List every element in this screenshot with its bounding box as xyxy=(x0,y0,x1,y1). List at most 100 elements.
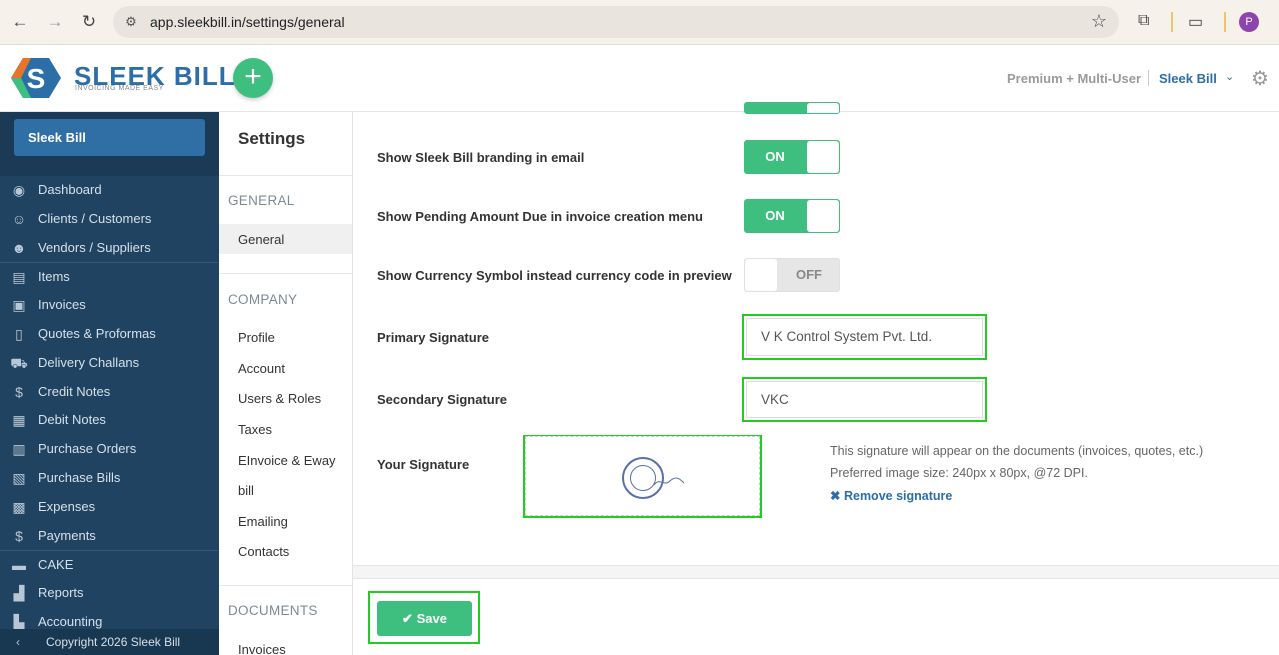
sidebar-item-purchase-bills[interactable]: ▧ Purchase Bills xyxy=(0,464,219,493)
site-settings-icon[interactable]: ⚙ xyxy=(123,14,139,30)
collapse-sidebar-icon[interactable]: ‹ xyxy=(16,629,20,655)
sidebar-item-label: Items xyxy=(38,269,70,285)
menu-item-emailing[interactable]: Emailing xyxy=(238,514,288,529)
secondary-signature-input[interactable]: VKC xyxy=(746,381,983,418)
branding-toggle[interactable]: ON xyxy=(744,140,840,174)
menu-item-taxes[interactable]: Taxes xyxy=(238,422,272,437)
sidebar-item-quotes-proformas[interactable]: ▯ Quotes & Proformas xyxy=(0,320,219,349)
menu-item-general[interactable]: General xyxy=(238,232,284,247)
company-button[interactable]: Sleek Bill xyxy=(14,119,205,156)
close-icon: ✖ xyxy=(830,489,841,503)
sidebar-item-label: Payments xyxy=(38,527,96,543)
sidebar-item-invoices[interactable]: ▣ Invoices xyxy=(0,291,219,320)
save-button[interactable]: ✔ Save xyxy=(377,601,472,636)
bill-icon: ▧ xyxy=(12,469,26,486)
branding-label: Show Sleek Bill branding in email xyxy=(377,150,585,165)
section-company: COMPANY xyxy=(228,292,298,307)
sidebar-item-items[interactable]: ▤ Items xyxy=(0,262,219,291)
menu-divider xyxy=(219,273,352,274)
toggle-state: ON xyxy=(765,208,785,223)
sidebar-item-expenses[interactable]: ▩ Expenses xyxy=(0,493,219,522)
sidebar-item-payments[interactable]: $ Payments xyxy=(0,522,219,551)
toggle-knob xyxy=(807,141,839,173)
reload-icon[interactable]: ↻ xyxy=(78,11,100,33)
remove-signature-text: Remove signature xyxy=(843,489,953,503)
document-icon: ▯ xyxy=(15,325,23,342)
sidebar-item-label: Purchase Orders xyxy=(38,441,137,457)
chart-icon: ▟ xyxy=(13,585,25,602)
menu-item-profile[interactable]: Profile xyxy=(238,330,275,345)
toggle-state: ON xyxy=(765,149,785,164)
menu-item-account[interactable]: Account xyxy=(238,361,285,376)
sidebar-company-area: Sleek Bill xyxy=(0,112,219,176)
tab-search-icon[interactable]: ▭ xyxy=(1188,12,1203,32)
extensions-icon[interactable]: ⧉ xyxy=(1138,12,1149,30)
toolbar-divider xyxy=(1224,12,1226,32)
settings-content: Show Sleek Bill branding in email ON Sho… xyxy=(353,102,1279,655)
primary-signature-input[interactable]: V K Control System Pvt. Ltd. xyxy=(746,318,983,356)
currency-symbol-label: Show Currency Symbol instead currency co… xyxy=(377,268,732,283)
menu-divider xyxy=(219,585,352,586)
sidebar-item-debit-notes[interactable]: ▦ Debit Notes xyxy=(0,406,219,435)
check-icon: ✔ xyxy=(402,611,413,626)
logo-tagline: INVOICING MADE EASY xyxy=(75,85,164,92)
clipboard-icon: ▥ xyxy=(12,441,26,458)
sleek-bill-logo-icon[interactable]: S xyxy=(11,56,61,100)
toggle-knob xyxy=(807,200,839,232)
save-label: Save xyxy=(416,611,447,626)
sidebar-item-cake[interactable]: ▬ CAKE xyxy=(0,550,219,579)
partial-toggle[interactable] xyxy=(744,102,840,114)
gear-icon[interactable]: ⚙ xyxy=(1251,66,1269,91)
sidebar-item-purchase-orders[interactable]: ▥ Purchase Orders xyxy=(0,435,219,464)
dollar-icon: $ xyxy=(15,527,23,544)
menu-item-users-roles[interactable]: Users & Roles xyxy=(238,391,321,406)
footer-band xyxy=(353,566,1279,579)
section-documents: DOCUMENTS xyxy=(228,603,318,618)
company-switcher[interactable]: Sleek Bill xyxy=(1159,71,1217,86)
users-icon: ☺ xyxy=(11,210,27,227)
sidebar-item-label: Quotes & Proformas xyxy=(38,325,156,341)
sidebar-item-label: Purchase Bills xyxy=(38,469,121,485)
menu-divider xyxy=(219,175,352,176)
address-bar[interactable]: ⚙ app.sleekbill.in/settings/general ☆ xyxy=(113,6,1119,38)
pending-amount-toggle[interactable]: ON xyxy=(744,199,840,233)
sidebar-item-label: Expenses xyxy=(38,498,96,514)
sidebar-nav: ◉ Dashboard ☺ Clients / Customers ☻ Vendors /… xyxy=(0,176,219,637)
menu-item-contacts[interactable]: Contacts xyxy=(238,544,289,559)
menu-item-einvoice-cont[interactable]: bill xyxy=(238,483,254,498)
sidebar-item-delivery-challans[interactable]: ⛟ Delivery Challans xyxy=(0,349,219,378)
signature-size-text: Preferred image size: 240px x 80px, @72 … xyxy=(830,466,1088,480)
svg-text:S: S xyxy=(27,63,46,94)
url-text[interactable]: app.sleekbill.in/settings/general xyxy=(150,14,345,30)
menu-item-einvoice[interactable]: EInvoice & Eway xyxy=(238,453,336,468)
sidebar-item-credit-notes[interactable]: $ Credit Notes xyxy=(0,378,219,407)
primary-signature-label: Primary Signature xyxy=(377,330,489,345)
chevron-down-icon[interactable]: ⌄ xyxy=(1225,70,1234,83)
sidebar-item-dashboard[interactable]: ◉ Dashboard xyxy=(0,176,219,205)
back-icon[interactable]: ← xyxy=(9,11,31,33)
truck-icon: ⛟ xyxy=(10,354,28,371)
cake-icon: ▬ xyxy=(12,557,26,574)
sidebar-item-clients-customers[interactable]: ☺ Clients / Customers xyxy=(0,205,219,234)
menu-item-invoices[interactable]: Invoices xyxy=(238,642,286,655)
forward-icon[interactable]: → xyxy=(44,11,66,33)
sidebar-item-label: Accounting xyxy=(38,613,103,629)
signature-image-area[interactable] xyxy=(525,436,760,516)
browser-toolbar: ← → ↻ ⚙ app.sleekbill.in/settings/genera… xyxy=(0,0,1279,45)
sidebar-item-vendors-suppliers[interactable]: ☻ Vendors / Suppliers xyxy=(0,234,219,263)
remove-signature-link[interactable]: ✖ Remove signature xyxy=(830,488,952,503)
toggle-knob xyxy=(745,259,777,291)
currency-symbol-toggle[interactable]: OFF xyxy=(744,258,840,292)
pending-amount-label: Show Pending Amount Due in invoice creat… xyxy=(377,209,703,224)
bookmark-star-icon[interactable]: ☆ xyxy=(1091,11,1107,32)
eye-icon: ◉ xyxy=(12,182,26,198)
sidebar-item-label: Invoices xyxy=(38,297,86,313)
user-icon: ☻ xyxy=(11,239,27,256)
profile-avatar[interactable]: P xyxy=(1239,12,1259,32)
sidebar-item-label: Credit Notes xyxy=(38,383,111,399)
sidebar-item-reports[interactable]: ▟ Reports xyxy=(0,579,219,608)
calculator-icon: ▩ xyxy=(12,498,26,515)
quick-add-button[interactable]: + xyxy=(233,58,273,98)
sidebar-item-label: Vendors / Suppliers xyxy=(38,239,151,255)
secondary-signature-label: Secondary Signature xyxy=(377,392,508,407)
